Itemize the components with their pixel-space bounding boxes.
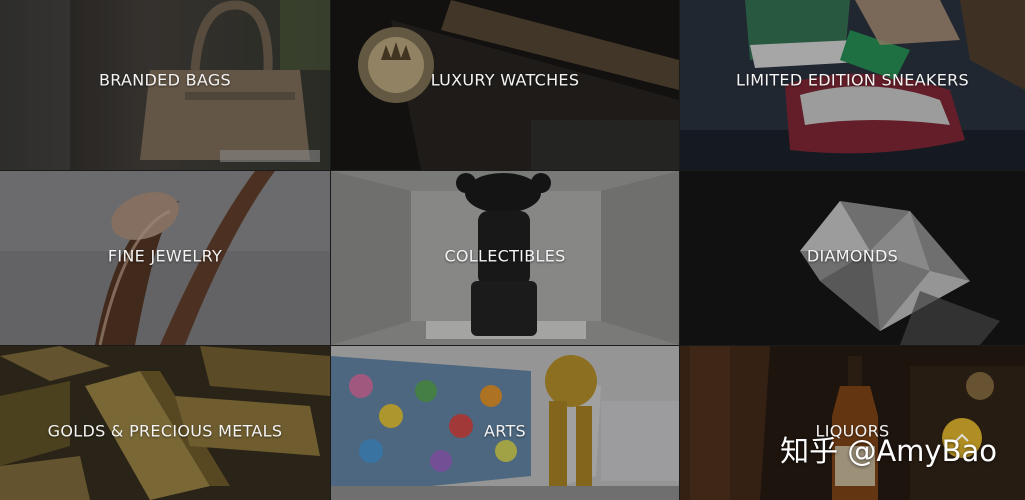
tile-golds-precious-metals[interactable]: GOLDS & PRECIOUS METALS [0,346,330,500]
tile-label: FINE JEWELRY [107,246,223,266]
tile-limited-edition-sneakers[interactable]: LIMITED EDITION SNEAKERS [680,0,1025,170]
watermark-text: 知乎 @AmyBao [780,434,997,468]
category-grid: BRANDED BAGS LUXURY WATCHES LIMITED EDIT… [0,0,1025,500]
tile-label: LIMITED EDITION SNEAKERS [736,70,969,90]
tile-label: DIAMONDS [806,246,899,266]
tile-collectibles[interactable]: COLLECTIBLES [331,171,679,345]
tile-label: LUXURY WATCHES [430,70,580,90]
tile-diamonds[interactable]: DIAMONDS [680,171,1025,345]
tile-label: ARTS [483,421,527,441]
tile-fine-jewelry[interactable]: FINE JEWELRY [0,171,330,345]
tile-arts[interactable]: ARTS [331,346,679,500]
tile-label: COLLECTIBLES [444,246,566,266]
tile-label: GOLDS & PRECIOUS METALS [47,421,283,441]
tile-label: BRANDED BAGS [99,70,231,90]
tile-branded-bags[interactable]: BRANDED BAGS [0,0,330,170]
tile-luxury-watches[interactable]: LUXURY WATCHES [331,0,679,170]
